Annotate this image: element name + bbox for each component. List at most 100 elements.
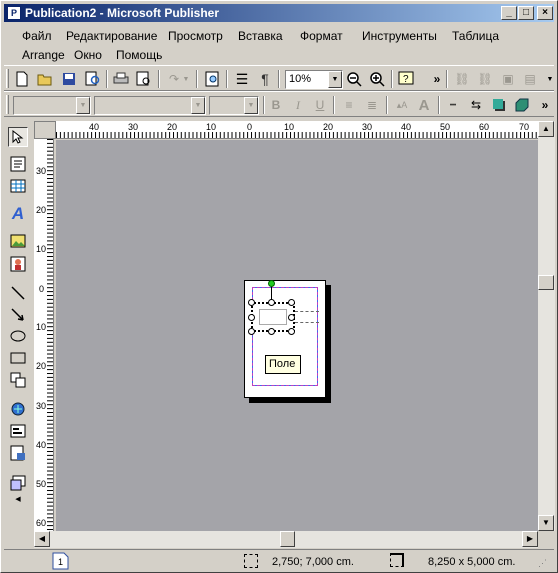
chevron-down-icon[interactable]: ▼ (76, 97, 90, 114)
italic-button[interactable]: I (289, 96, 307, 114)
menu-table[interactable]: Таблица (448, 28, 503, 44)
ruler-origin-corner[interactable] (34, 121, 56, 139)
toolbar-options-icon[interactable]: ▼ (541, 70, 558, 88)
pointer-tool-icon[interactable] (8, 127, 28, 147)
paragraph-icon[interactable]: ¶ (256, 70, 274, 88)
resize-handle[interactable] (288, 314, 295, 321)
chevron-down-icon[interactable]: ▼ (191, 97, 205, 114)
hot-spot-tool-icon[interactable] (8, 399, 28, 419)
resize-handle[interactable] (248, 314, 255, 321)
ruler-label: 10 (36, 322, 47, 332)
shadow-icon[interactable] (490, 96, 508, 114)
text-box-inner[interactable] (259, 309, 287, 325)
text-box-tool-icon[interactable] (8, 154, 28, 174)
resize-handle[interactable] (248, 328, 255, 335)
font-select[interactable]: ▼ (94, 96, 206, 115)
style-select[interactable]: ▼ (13, 96, 91, 115)
resize-handle[interactable] (288, 299, 295, 306)
arrow-style-icon[interactable]: ⇆ (467, 96, 485, 114)
menu-help[interactable]: Помощь (112, 47, 166, 63)
columns-icon[interactable]: ☰ (233, 70, 251, 88)
arrow-tool-icon[interactable] (8, 305, 28, 325)
line-tool-icon[interactable] (8, 283, 28, 303)
zoom-out-icon[interactable] (345, 70, 363, 88)
resize-handle[interactable] (268, 328, 275, 335)
toolbar-grip[interactable] (6, 95, 9, 114)
help-icon[interactable]: ? (397, 70, 415, 88)
autoshapes-tool-icon[interactable] (8, 370, 28, 390)
text-frame-icon[interactable]: ▣ (499, 70, 517, 88)
bold-button[interactable]: B (267, 96, 285, 114)
wordart-tool-icon[interactable]: A (8, 204, 28, 224)
zoom-in-icon[interactable] (368, 70, 386, 88)
font-shrink-icon[interactable]: ▴A (393, 96, 411, 114)
vertical-scrollbar[interactable]: ▲ ▼ (538, 121, 555, 531)
publication-page[interactable] (244, 280, 326, 398)
ruler-label: 60 (36, 518, 47, 528)
resize-grip-icon[interactable]: ⋰ (538, 558, 550, 570)
menu-edit[interactable]: Редактирование (62, 28, 161, 44)
line-style-icon[interactable]: ┅ (444, 96, 462, 114)
toolbar-overflow-icon[interactable]: » (536, 96, 554, 114)
redo-dropdown-icon[interactable]: ▼ (181, 70, 191, 88)
vertical-ruler[interactable]: 30 20 10 0 10 20 30 40 50 60 (34, 139, 54, 531)
text-direction-icon[interactable]: ▤ (521, 70, 539, 88)
menu-arrange[interactable]: Arrange (18, 47, 69, 63)
menu-window[interactable]: Окно (70, 47, 106, 63)
open-icon[interactable] (36, 70, 54, 88)
print-preview-icon[interactable] (135, 70, 153, 88)
link-icon[interactable]: ⛓ (453, 70, 471, 88)
menu-tools[interactable]: Инструменты (358, 28, 441, 44)
menu-insert[interactable]: Вставка (234, 28, 287, 44)
unlink-icon[interactable]: ⛓ (476, 70, 494, 88)
horizontal-ruler[interactable]: 40 30 20 10 0 10 20 30 40 50 60 70 (56, 121, 538, 139)
close-button[interactable]: × (537, 6, 553, 20)
html-code-tool-icon[interactable] (8, 443, 28, 463)
scroll-left-icon[interactable]: ◀ (34, 531, 50, 547)
oval-tool-icon[interactable] (8, 326, 28, 346)
toolbar-overflow-icon[interactable]: » (428, 70, 446, 88)
minimize-button[interactable]: _ (501, 6, 517, 20)
resize-handle[interactable] (288, 328, 295, 335)
new-icon[interactable] (13, 70, 31, 88)
publisher-app-icon[interactable]: P (7, 6, 21, 20)
form-control-tool-icon[interactable] (8, 421, 28, 441)
scroll-down-icon[interactable]: ▼ (538, 515, 554, 531)
toolbar-grip[interactable] (6, 69, 9, 88)
justify-icon[interactable]: ≣ (363, 96, 381, 114)
menu-file[interactable]: Файл (18, 28, 56, 44)
resize-handle[interactable] (248, 299, 255, 306)
save-icon[interactable] (60, 70, 78, 88)
maximize-button[interactable]: □ (518, 6, 534, 20)
underline-button[interactable]: U (311, 96, 329, 114)
title-bar[interactable]: P Publication2 - Microsoft Publisher _ □… (4, 4, 554, 22)
find-icon[interactable] (204, 70, 222, 88)
font-size-select[interactable]: ▼ (209, 96, 259, 115)
horizontal-scrollbar[interactable]: ◀ ▶ (34, 531, 538, 548)
menu-format[interactable]: Формат (296, 28, 347, 44)
chevron-down-icon[interactable]: ▼ (244, 97, 258, 114)
menu-bar: Файл Редактирование Просмотр Вставка Фор… (4, 25, 554, 65)
page-navigator[interactable]: 1 (50, 552, 72, 570)
workspace[interactable] (56, 140, 538, 531)
vertical-scroll-thumb[interactable] (538, 275, 554, 290)
clip-art-tool-icon[interactable] (8, 254, 28, 274)
align-left-icon[interactable]: ≡ (340, 96, 358, 114)
resize-handle[interactable] (268, 299, 275, 306)
horizontal-scroll-thumb[interactable] (280, 531, 295, 547)
print-icon[interactable] (112, 70, 130, 88)
3d-style-icon[interactable] (513, 96, 531, 114)
rectangle-tool-icon[interactable] (8, 348, 28, 368)
zoom-select[interactable]: 10% ▼ (285, 70, 343, 89)
menu-view[interactable]: Просмотр (164, 28, 227, 44)
picture-frame-tool-icon[interactable] (8, 231, 28, 251)
table-tool-icon[interactable] (8, 176, 28, 196)
ruler-label: 10 (206, 122, 217, 132)
font-grow-icon[interactable]: A (415, 96, 433, 114)
objects-overflow-icon[interactable]: ◀ (8, 489, 28, 509)
rotate-handle[interactable] (268, 280, 275, 287)
search-file-icon[interactable] (84, 70, 102, 88)
scroll-up-icon[interactable]: ▲ (538, 121, 554, 137)
chevron-down-icon[interactable]: ▼ (328, 71, 342, 88)
scroll-right-icon[interactable]: ▶ (522, 531, 538, 547)
